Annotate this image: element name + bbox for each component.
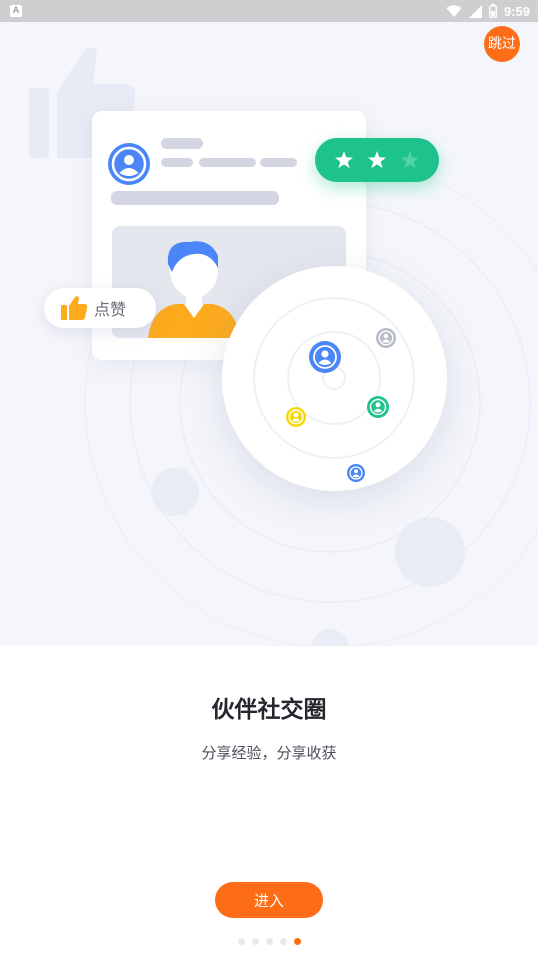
status-bar-left: A — [0, 5, 22, 17]
clock: 9:59 — [503, 3, 530, 19]
thumbs-up-icon — [61, 296, 88, 320]
star-icon — [401, 151, 419, 169]
like-badge: 点赞 — [44, 288, 156, 328]
meta-placeholder — [260, 158, 297, 167]
page-title: 伙伴社交圈 — [211, 697, 327, 723]
battery-icon — [489, 4, 497, 18]
page-dot[interactable] — [237, 938, 245, 945]
status-bar-right: 9:59 — [446, 4, 538, 19]
page-subtitle: 分享经验，分享收获 — [201, 744, 337, 762]
text-placeholder — [111, 191, 279, 205]
page-dot-active[interactable] — [293, 938, 301, 945]
page-dot[interactable] — [265, 938, 273, 945]
skip-button[interactable]: 跳过 — [484, 26, 520, 62]
user-dot-icon — [367, 396, 389, 418]
user-dot-icon — [347, 464, 365, 482]
page-indicator — [0, 938, 538, 945]
radar-circle — [222, 266, 447, 491]
user-dot-icon — [286, 407, 306, 427]
status-bar: A 9:59 — [0, 0, 538, 22]
star-icon — [335, 151, 353, 169]
user-dot-icon — [309, 341, 341, 373]
app-notification-icon: A — [10, 5, 22, 17]
cell-signal-icon — [468, 4, 482, 18]
star-icon — [368, 151, 386, 169]
name-placeholder — [161, 138, 203, 149]
avatar-icon — [108, 143, 150, 185]
wifi-icon — [446, 4, 462, 17]
enter-button[interactable]: 进入 — [215, 882, 323, 918]
meta-placeholder — [199, 158, 256, 167]
meta-placeholder — [161, 158, 193, 167]
like-label: 点赞 — [94, 300, 127, 319]
user-dot-icon — [376, 328, 396, 348]
page-dot[interactable] — [279, 938, 287, 945]
rating-badge — [315, 138, 439, 182]
page-dot[interactable] — [251, 938, 259, 945]
